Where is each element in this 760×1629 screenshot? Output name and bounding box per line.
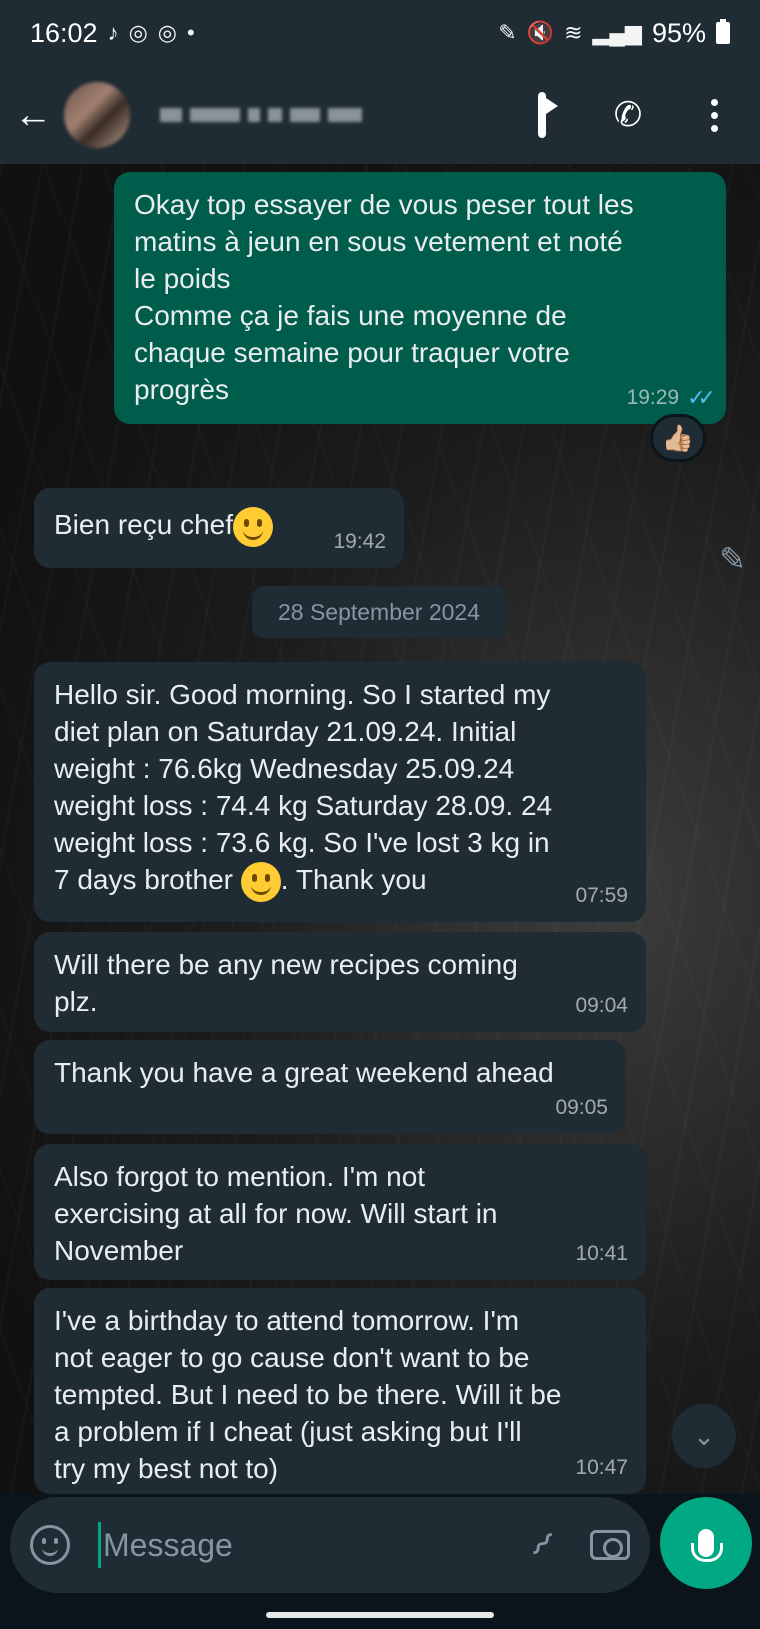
navigation-handle[interactable] (266, 1612, 494, 1618)
more-options-icon[interactable] (692, 98, 736, 132)
thumbs-up-icon: 👍🏼 (661, 422, 695, 453)
message-time: 10:41 (575, 1242, 628, 1265)
reaction-badge[interactable]: 👍🏼 (650, 414, 706, 462)
emoji-icon[interactable] (30, 1525, 70, 1565)
message-bubble-incoming[interactable]: Will there be any new recipes coming plz… (34, 932, 646, 1032)
edit-pencil-icon[interactable]: ✎ (719, 540, 746, 578)
message-text: Bien reçu chef (54, 509, 233, 540)
message-time: 09:05 (555, 1096, 608, 1119)
paperclip-icon[interactable]: ⌇ (522, 1525, 562, 1565)
back-arrow-icon[interactable]: ← (14, 94, 58, 137)
chat-area[interactable]: Okay top essayer de vous peser tout les … (0, 164, 760, 1494)
message-time: 07:59 (575, 884, 628, 907)
avatar[interactable] (64, 82, 130, 148)
message-text: Will there be any new recipes coming plz… (54, 949, 518, 1017)
message-bubble-incoming[interactable]: I've a birthday to attend tomorrow. I'm … (34, 1288, 646, 1494)
tiktok-icon: ♪ (107, 20, 119, 45)
status-time: 16:02 (30, 17, 98, 48)
status-bar: 16:02 ♪ ◎ ◎ • ✎ 🔇 ≋ ▂▄▆ 95% (0, 0, 760, 66)
message-time: 10:47 (575, 1456, 628, 1479)
message-text: Also forgot to mention. I'm not exercisi… (54, 1161, 498, 1266)
instagram-icon: ◎ (128, 20, 148, 45)
camera-icon[interactable] (590, 1530, 630, 1560)
message-time: 19:29 (626, 386, 680, 409)
microphone-icon (691, 1529, 723, 1562)
date-separator: 28 September 2024 (252, 586, 506, 638)
message-bubble-incoming[interactable]: Hello sir. Good morning. So I started my… (34, 662, 646, 922)
smiley-emoji-icon (240, 861, 281, 902)
message-bubble-incoming[interactable]: Bien reçu chef 19:42 (34, 488, 404, 568)
message-time: 19:42 (333, 530, 386, 553)
battery-icon (716, 19, 730, 44)
battery-percent: 95% (651, 17, 706, 48)
message-text: I've a birthday to attend tomorrow. I'm … (54, 1305, 562, 1484)
message-time: 09:04 (575, 994, 628, 1017)
voice-call-icon[interactable]: ✆ (606, 95, 650, 135)
wifi-icon: ≋ (564, 20, 583, 45)
signal-icon: ▂▄▆ (592, 20, 642, 45)
voice-message-button[interactable] (660, 1497, 752, 1589)
contact-name[interactable] (160, 108, 362, 122)
chat-header: ← ✆ (0, 66, 760, 164)
message-input[interactable] (103, 1526, 483, 1564)
double-chevron-down-icon: ⌄ (693, 1420, 715, 1451)
mute-icon: 🔇 (526, 20, 555, 45)
text-cursor (98, 1522, 101, 1568)
message-text: Hello sir. Good morning. So I started my… (54, 676, 626, 902)
message-text: Thank you have a great weekend ahead (54, 1057, 554, 1088)
message-text: Okay top essayer de vous peser tout les … (134, 189, 634, 405)
message-composer: ⌇ (10, 1497, 650, 1593)
nfc-icon: ✎ (498, 20, 517, 45)
instagram-icon: ◎ (157, 20, 177, 45)
message-bubble-outgoing[interactable]: Okay top essayer de vous peser tout les … (114, 172, 726, 424)
message-bubble-incoming[interactable]: Also forgot to mention. I'm not exercisi… (34, 1144, 646, 1280)
video-call-icon[interactable] (520, 91, 564, 138)
message-bubble-incoming[interactable]: Thank you have a great weekend ahead 09:… (34, 1040, 626, 1134)
read-ticks-icon: ✓✓ (687, 385, 716, 410)
smiley-emoji-icon (233, 506, 273, 547)
dot-icon: • (186, 20, 195, 45)
scroll-to-bottom-button[interactable]: ⌄ (672, 1404, 736, 1468)
